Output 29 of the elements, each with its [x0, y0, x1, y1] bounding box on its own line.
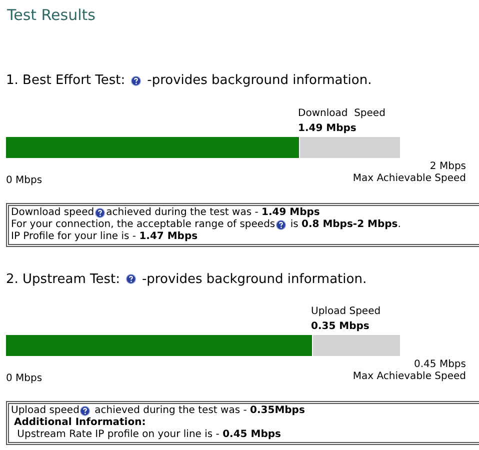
page-title: Test Results — [7, 6, 96, 24]
help-icon[interactable] — [131, 76, 142, 86]
info-text: Upload speed — [11, 405, 80, 417]
min-speed-label: 0 Mbps — [6, 372, 42, 385]
help-icon[interactable] — [95, 208, 106, 218]
speed-value: 0.35 Mbps — [311, 320, 370, 334]
max-speed-label: Max Achievable Speed — [352, 371, 466, 383]
info-text: IP Profile for your line is - 1.47 Mbps — [11, 230, 198, 242]
min-speed-label: 0 Mbps — [6, 174, 42, 186]
info-text: For your connection, the acceptable range of speeds — [11, 218, 276, 230]
info-text: is 0.8 Mbps-2 Mbps. — [289, 218, 401, 230]
info-heading: Additional Information: — [13, 417, 146, 429]
section-description: -provides background information. — [147, 72, 372, 90]
max-speed-label: Max Achievable Speed — [352, 172, 466, 184]
help-icon[interactable] — [276, 220, 286, 230]
section-heading: 2. Upstream Test: — [6, 270, 120, 288]
max-speed-value: 2 Mbps — [430, 160, 466, 172]
info-text: achieved during the test was - 1.49 Mbps — [106, 206, 320, 218]
info-text: Download speed — [11, 206, 94, 218]
speed-value: 1.49 Mbps — [298, 122, 358, 136]
speed-label: Download Speed — [298, 106, 386, 120]
max-speed-value: 0.45 Mbps — [414, 359, 466, 371]
section-heading: 1. Best Effort Test: — [6, 72, 126, 90]
section-description: -provides background information. — [142, 270, 367, 288]
help-icon[interactable] — [126, 274, 136, 284]
speed-label: Upload Speed — [311, 305, 382, 319]
info-text: achieved during the test was - 0.35Mbps — [94, 405, 305, 417]
info-text: Upstream Rate IP profile on your line is - 0.45 Mbps — [16, 429, 281, 441]
help-icon[interactable] — [80, 406, 90, 416]
